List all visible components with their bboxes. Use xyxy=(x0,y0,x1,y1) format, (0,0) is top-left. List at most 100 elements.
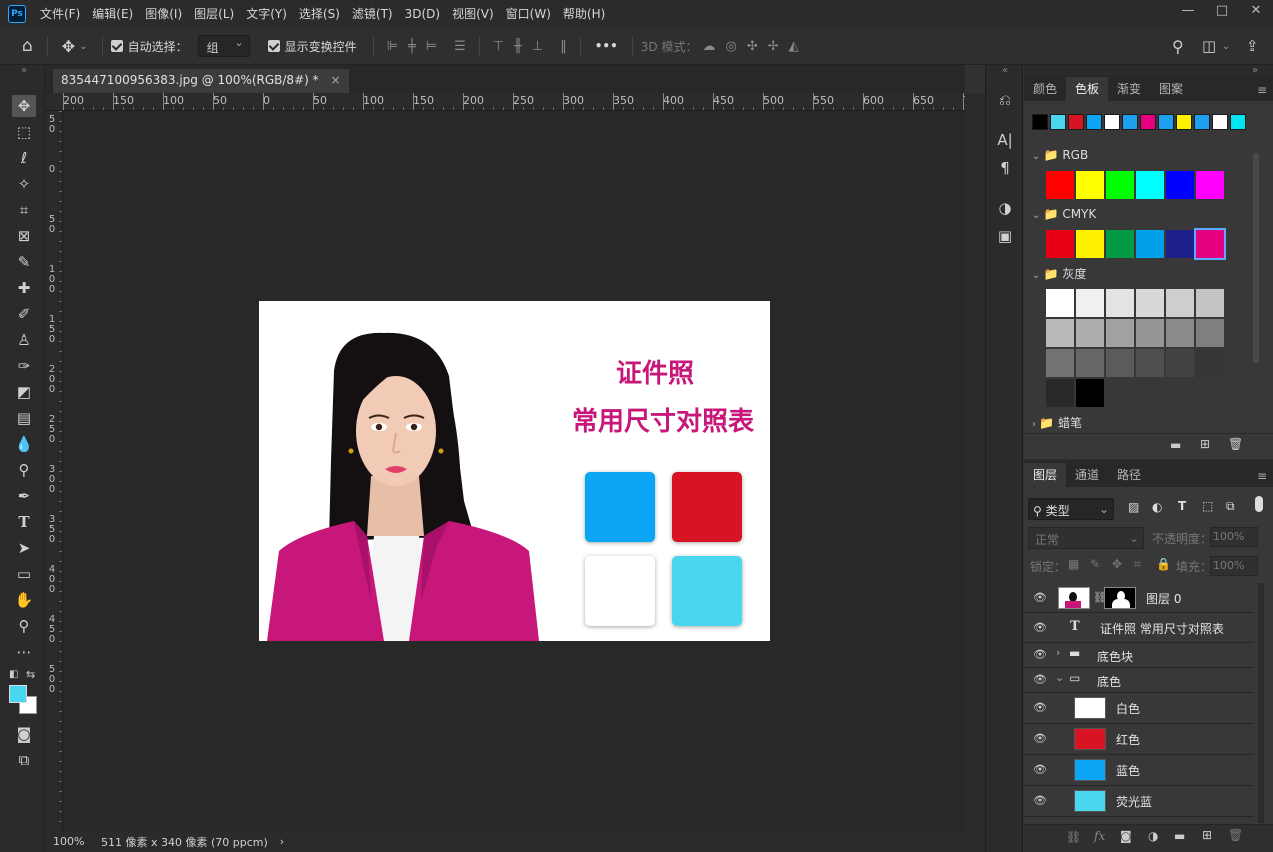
document-tab[interactable]: 835447100956383.jpg @ 100%(RGB/8#) * × xyxy=(53,69,349,93)
swatch[interactable] xyxy=(1046,289,1074,317)
swatch[interactable] xyxy=(1136,319,1164,347)
hand-tool-icon[interactable]: ✋ xyxy=(12,589,36,611)
chevron-right-icon[interactable]: › xyxy=(1056,646,1060,659)
swatch[interactable] xyxy=(1104,114,1120,130)
swatch[interactable] xyxy=(1212,114,1228,130)
layers-scrollbar[interactable] xyxy=(1258,583,1264,823)
share-icon[interactable]: ⇪ xyxy=(1246,37,1259,55)
chevron-down-icon[interactable]: ⌄ xyxy=(1222,41,1230,52)
align-left-icon[interactable]: ⊫ xyxy=(387,39,398,54)
swatch-group-crayon[interactable]: › 📁 蜡笔 xyxy=(1032,414,1082,431)
minimize-button[interactable]: — xyxy=(1171,0,1205,24)
history-brush-tool-icon[interactable]: ✑ xyxy=(12,355,36,377)
fill-input[interactable]: 100% xyxy=(1210,556,1258,576)
rectangle-tool-icon[interactable]: ▭ xyxy=(12,563,36,585)
layer-row-image[interactable]: 👁 ⛓ 图层 0 xyxy=(1024,583,1254,613)
menu-help[interactable]: 帮助(H) xyxy=(557,0,611,28)
3d-roll-icon[interactable]: ◎ xyxy=(725,39,736,54)
layer-mask-thumbnail[interactable] xyxy=(1104,587,1136,609)
panel-menu-icon[interactable]: ≡ xyxy=(1257,469,1267,483)
filter-shape-icon[interactable]: ⬚ xyxy=(1202,499,1213,513)
swatch[interactable] xyxy=(1166,171,1194,199)
swatch[interactable] xyxy=(1166,319,1194,347)
panel-menu-icon[interactable]: ≡ xyxy=(1257,83,1267,97)
new-layer-icon[interactable]: ⊞ xyxy=(1202,828,1212,842)
quick-mask-icon[interactable]: ◙ xyxy=(12,723,36,745)
lasso-tool-icon[interactable]: ℓ xyxy=(12,147,36,169)
filter-toggle[interactable] xyxy=(1255,496,1263,512)
trash-icon[interactable]: 🗑 xyxy=(1228,437,1243,451)
swatch[interactable] xyxy=(1046,379,1074,407)
filter-smart-object-icon[interactable]: ⧉ xyxy=(1226,499,1235,514)
type-tool-icon[interactable]: T xyxy=(12,511,36,533)
path-selection-tool-icon[interactable]: ➤ xyxy=(12,537,36,559)
swatch[interactable] xyxy=(1076,319,1104,347)
swatch[interactable] xyxy=(1106,349,1134,377)
fx-icon[interactable]: fx xyxy=(1094,829,1105,843)
menu-image[interactable]: 图像(I) xyxy=(139,0,188,28)
swatch[interactable] xyxy=(1194,114,1210,130)
visibility-eye-icon[interactable]: 👁 xyxy=(1033,732,1047,746)
visibility-eye-icon[interactable]: 👁 xyxy=(1033,763,1047,777)
align-right-icon[interactable]: ⊨ xyxy=(426,39,437,54)
swatch-group-rgb[interactable]: ⌄ 📁 RGB xyxy=(1032,148,1088,162)
distribute-vertical-icon[interactable]: ‖ xyxy=(560,39,567,54)
menu-window[interactable]: 窗口(W) xyxy=(500,0,557,28)
swatch[interactable] xyxy=(1136,349,1164,377)
swatch[interactable] xyxy=(1196,171,1224,199)
align-center-icon[interactable]: ╪ xyxy=(408,39,416,54)
layer-filter-select[interactable]: ⚲ 类型 ⌄ xyxy=(1028,498,1114,520)
screen-mode-icon[interactable]: ⧉ xyxy=(12,749,36,771)
layer-row-white[interactable]: 👁 白色 xyxy=(1024,693,1254,724)
more-tools-icon[interactable]: ⋯ xyxy=(12,641,36,663)
link-icon[interactable]: ⛓ xyxy=(1066,830,1081,844)
auto-select-checkbox[interactable] xyxy=(110,40,123,52)
swatch-group-cmyk[interactable]: ⌄ 📁 CMYK xyxy=(1032,207,1096,221)
close-window-button[interactable]: ✕ xyxy=(1239,0,1273,24)
menu-edit[interactable]: 编辑(E) xyxy=(86,0,139,28)
layer-row-blue[interactable]: 👁 蓝色 xyxy=(1024,755,1254,786)
swatch[interactable] xyxy=(1230,114,1246,130)
gradient-tool-icon[interactable]: ▤ xyxy=(12,407,36,429)
default-colors-icon[interactable]: ◧ xyxy=(9,669,18,680)
blend-mode-select[interactable]: 正常 ⌄ xyxy=(1028,527,1144,549)
swatch[interactable] xyxy=(1086,114,1102,130)
swatch[interactable] xyxy=(1166,230,1194,258)
swatch[interactable] xyxy=(1076,230,1104,258)
workspace-icon[interactable]: ◫ xyxy=(1202,37,1216,55)
swatch[interactable] xyxy=(1136,230,1164,258)
swatch[interactable] xyxy=(1140,114,1156,130)
menu-select[interactable]: 选择(S) xyxy=(293,0,346,28)
eyedropper-tool-icon[interactable]: ✎ xyxy=(12,251,36,273)
mask-icon[interactable]: ◙ xyxy=(1120,829,1132,843)
frame-tool-icon[interactable]: ⊠ xyxy=(12,225,36,247)
align-middle-icon[interactable]: ╫ xyxy=(514,39,522,54)
align-bottom-icon[interactable]: ⊥ xyxy=(532,39,543,54)
magic-wand-tool-icon[interactable]: ✧ xyxy=(12,173,36,195)
vertical-scrollbar[interactable] xyxy=(965,93,985,852)
layer-row-group-blocks[interactable]: 👁 › ▬ 底色块 xyxy=(1024,643,1254,668)
swatch[interactable] xyxy=(1076,289,1104,317)
menu-view[interactable]: 视图(V) xyxy=(446,0,500,28)
chevron-down-icon[interactable]: ⌄ xyxy=(1055,671,1064,684)
lock-transparent-icon[interactable]: ▦ xyxy=(1068,557,1079,571)
lock-all-icon[interactable]: 🔒 xyxy=(1156,557,1171,571)
layer-row-text[interactable]: 👁 T 证件照 常用尺寸对照表 xyxy=(1024,613,1254,643)
layer-row-red[interactable]: 👁 红色 xyxy=(1024,724,1254,755)
layer-row-group-bg[interactable]: 👁 ⌄ ▭ 底色 xyxy=(1024,668,1254,693)
zoom-tool-icon[interactable]: ⚲ xyxy=(12,615,36,637)
visibility-eye-icon[interactable]: 👁 xyxy=(1033,621,1047,635)
swap-colors-icon[interactable]: ⇆ xyxy=(26,668,35,681)
swatch[interactable] xyxy=(1050,114,1066,130)
swatch[interactable] xyxy=(1076,379,1104,407)
adjustment-icon[interactable]: ◑ xyxy=(1148,829,1158,843)
filter-type-icon[interactable]: T xyxy=(1178,499,1186,513)
adjustments-icon[interactable]: ◑ xyxy=(994,197,1016,219)
swatch[interactable] xyxy=(1106,319,1134,347)
healing-brush-tool-icon[interactable]: ✚ xyxy=(12,277,36,299)
swatch[interactable] xyxy=(1046,171,1074,199)
show-transform-checkbox[interactable] xyxy=(267,40,280,52)
trash-icon[interactable]: 🗑 xyxy=(1228,828,1243,842)
swatch[interactable] xyxy=(1176,114,1192,130)
opacity-input[interactable]: 100% xyxy=(1210,527,1258,547)
